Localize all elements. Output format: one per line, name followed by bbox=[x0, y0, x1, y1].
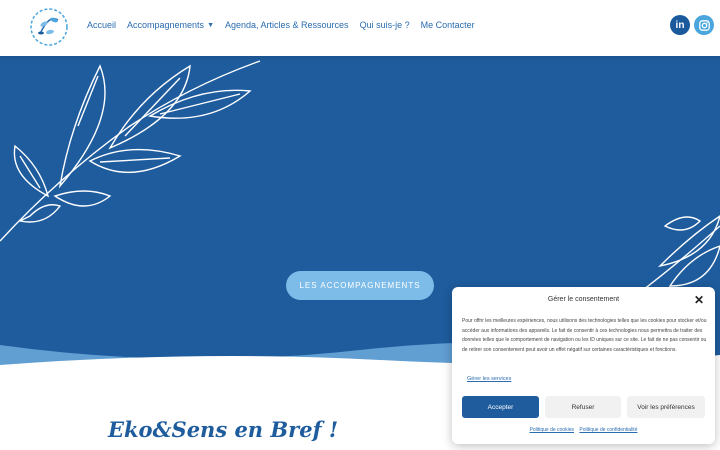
instagram-icon[interactable] bbox=[694, 15, 714, 35]
accept-button[interactable]: Accepter bbox=[462, 396, 539, 418]
site-logo[interactable] bbox=[28, 6, 70, 48]
chevron-down-icon: ▼ bbox=[207, 21, 214, 29]
main-nav: Accueil Accompagnements ▼ Agenda, Article… bbox=[87, 20, 486, 30]
manage-services-link[interactable]: Gérer les services bbox=[467, 376, 511, 382]
nav-item-contact[interactable]: Me Contacter bbox=[421, 20, 475, 30]
site-header: Accueil Accompagnements ▼ Agenda, Article… bbox=[0, 0, 720, 56]
refuse-button[interactable]: Refuser bbox=[545, 396, 621, 418]
nav-item-accompagnements[interactable]: Accompagnements ▼ bbox=[127, 20, 214, 30]
cookie-policy-link[interactable]: Politique de cookies bbox=[530, 427, 574, 433]
privacy-policy-link[interactable]: Politique de confidentialité bbox=[579, 427, 637, 433]
section-title: Eko&Sens en Bref ! bbox=[108, 417, 339, 442]
cookie-consent-modal: Gérer le consentement ✕ Pour offrir les … bbox=[452, 287, 715, 444]
page: Accueil Accompagnements ▼ Agenda, Article… bbox=[0, 0, 720, 450]
nav-item-qui-suis-je[interactable]: Qui suis-je ? bbox=[360, 20, 410, 30]
nav-item-accueil[interactable]: Accueil bbox=[87, 20, 116, 30]
close-icon[interactable]: ✕ bbox=[694, 293, 704, 307]
linkedin-icon[interactable]: in bbox=[670, 15, 690, 35]
leaf-branch-illustration bbox=[0, 60, 261, 242]
accompagnements-cta-button[interactable]: LES ACCOMPAGNEMENTS bbox=[286, 271, 434, 300]
consent-policy-links: Politique de cookies Politique de confid… bbox=[452, 427, 715, 433]
nav-item-agenda[interactable]: Agenda, Articles & Ressources bbox=[225, 20, 349, 30]
view-preferences-button[interactable]: Voir les préférences bbox=[627, 396, 705, 418]
consent-title: Gérer le consentement bbox=[547, 296, 620, 303]
consent-description: Pour offrir les meilleures expériences, … bbox=[462, 318, 707, 353]
